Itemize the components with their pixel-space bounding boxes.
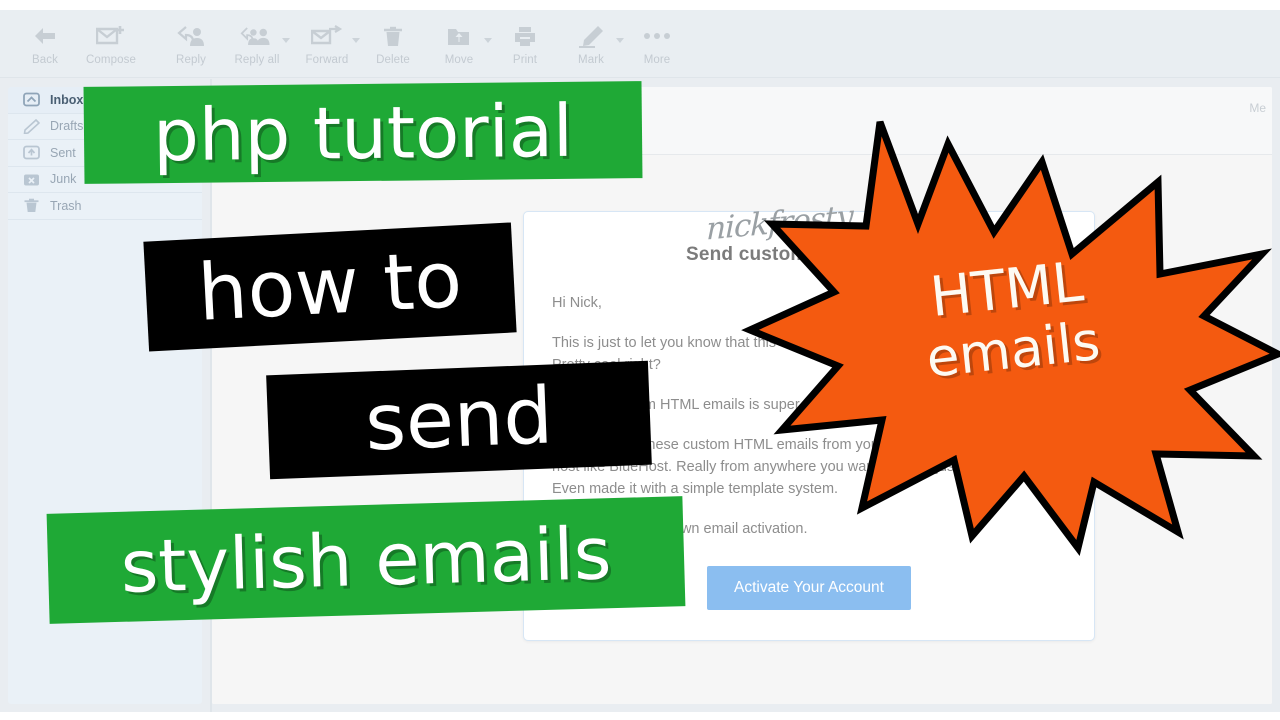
toolbar-button-compose[interactable]: Compose (76, 16, 146, 74)
overlay-banner-how-to: how to (143, 222, 517, 352)
toolbar-label: Reply all (234, 54, 280, 66)
overlay-banner-php-tutorial: php tutorial (83, 81, 643, 184)
toolbar-label: Mark (578, 54, 604, 66)
starburst-badge (741, 104, 1280, 557)
sidebar-item-trash[interactable]: Trash (8, 193, 202, 220)
toolbar-button-forward[interactable]: Forward (292, 16, 362, 74)
starburst-shape-icon (741, 120, 1280, 557)
toolbar-label: Reply (176, 54, 206, 66)
letterbox-bottom (0, 712, 1280, 720)
overlay-banner-text: php tutorial (152, 88, 574, 177)
trash-icon (20, 197, 42, 215)
overlay-banner-text: how to (195, 235, 465, 339)
toolbar-button-more[interactable]: More (626, 16, 688, 74)
toolbar: Back Compose Reply Reply all Forward Del… (0, 10, 1280, 78)
sidebar-item-label: Inbox (50, 92, 84, 107)
toolbar-button-move[interactable]: Move (424, 16, 494, 74)
inbox-icon (20, 91, 42, 109)
back-arrow-icon (28, 22, 62, 50)
junk-icon (20, 170, 42, 188)
overlay-banner-text: stylish emails (119, 511, 613, 609)
toolbar-button-delete[interactable]: Delete (362, 16, 424, 74)
overlay-banner-stylish-emails: stylish emails (46, 496, 686, 624)
toolbar-label: Compose (86, 54, 136, 66)
toolbar-button-reply[interactable]: Reply (160, 16, 222, 74)
trash-icon (376, 22, 410, 50)
marker-pen-icon (574, 22, 608, 50)
sidebar-item-label: Drafts (50, 119, 84, 134)
compose-icon (94, 22, 128, 50)
toolbar-button-back[interactable]: Back (14, 16, 76, 74)
letterbox-top (0, 0, 1280, 10)
chevron-down-icon[interactable] (282, 38, 290, 43)
reply-icon (174, 22, 208, 50)
chevron-down-icon[interactable] (352, 38, 360, 43)
toolbar-button-reply-all[interactable]: Reply all (222, 16, 292, 74)
toolbar-button-print[interactable]: Print (494, 16, 556, 74)
toolbar-label: Delete (376, 54, 410, 66)
activate-account-button[interactable]: Activate Your Account (707, 566, 911, 610)
move-folder-icon (442, 22, 476, 50)
overlay-banner-send: send (266, 360, 652, 480)
sidebar-item-label: Junk (50, 172, 77, 187)
sidebar-item-label: Trash (50, 198, 82, 213)
overlay-banner-text: send (363, 371, 555, 469)
reply-all-icon (240, 22, 274, 50)
chevron-down-icon[interactable] (484, 38, 492, 43)
sent-icon (20, 144, 42, 162)
more-dots-icon (640, 22, 674, 50)
toolbar-button-mark[interactable]: Mark (556, 16, 626, 74)
forward-icon (310, 22, 344, 50)
pencil-icon (20, 117, 42, 135)
printer-icon (508, 22, 542, 50)
toolbar-label: Move (444, 54, 474, 66)
toolbar-label: Print (512, 54, 538, 66)
toolbar-label: Back (32, 54, 58, 66)
sidebar-item-label: Sent (50, 145, 76, 160)
toolbar-label: Forward (305, 54, 349, 66)
toolbar-label: More (643, 54, 671, 66)
chevron-down-icon[interactable] (616, 38, 624, 43)
video-thumbnail-stage: Back Compose Reply Reply all Forward Del… (0, 0, 1280, 720)
